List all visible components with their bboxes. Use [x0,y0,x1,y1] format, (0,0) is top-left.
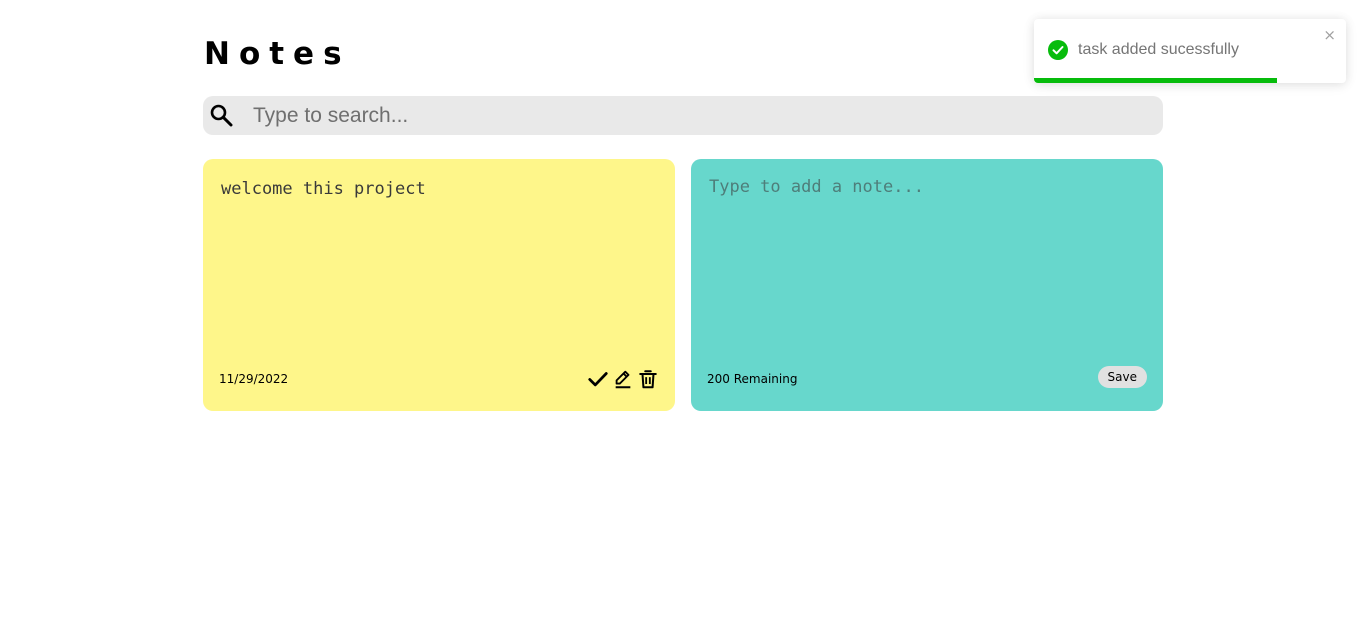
edit-icon[interactable] [612,368,634,390]
close-icon[interactable]: × [1323,26,1336,44]
toast-message: task added sucessfully [1078,41,1239,58]
toast-progress-bar [1034,78,1278,83]
success-check-icon [1048,40,1068,60]
page-title: Notes [204,36,351,72]
new-note-card: 200 Remaining Save [691,159,1163,411]
note-card: welcome this project 11/29/2022 [203,159,675,411]
save-button[interactable]: Save [1097,366,1147,388]
note-actions [587,368,659,390]
search-input[interactable] [253,100,1143,131]
note-date: 11/29/2022 [219,372,289,386]
note-text: welcome this project [221,179,426,199]
trash-icon[interactable] [637,368,659,390]
toast-notification: task added sucessfully × [1034,19,1346,83]
remaining-count: 200 Remaining [707,372,798,386]
search-bar[interactable] [203,96,1163,135]
new-note-input[interactable] [709,177,1149,347]
search-icon [210,104,233,127]
check-icon[interactable] [587,368,609,390]
